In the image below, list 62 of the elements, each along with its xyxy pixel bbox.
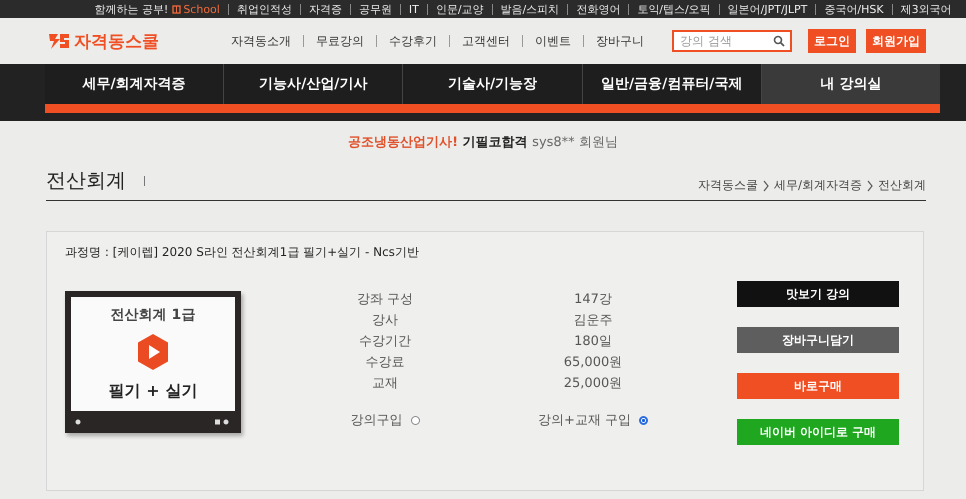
top-link[interactable]: 일본어/JPT/JLPT — [718, 4, 816, 14]
nav-tab[interactable]: 일반/금융/컴퓨터/국제 — [582, 64, 762, 104]
header-link[interactable]: 수강후기 — [376, 35, 449, 47]
greeting-text: 공조냉동산업기사! 기필코합격 sys8** 회원님 — [347, 134, 619, 151]
info-value: 25,000원 — [562, 375, 624, 393]
top-link[interactable]: 중국어/HSK — [815, 4, 892, 14]
logo-icon — [48, 32, 70, 50]
slogan: 함께하는 공부! — [93, 4, 170, 14]
nav-tab[interactable]: 세무/회계자격증 — [45, 64, 224, 104]
course-name: 과정명 : [케이렙] 2020 S라인 전산회계1급 필기+실기 - Ncs기반 — [65, 244, 420, 261]
nav-tab[interactable]: 내 강의실 — [762, 64, 940, 104]
school-link[interactable]: School — [172, 4, 228, 14]
play-icon — [136, 333, 170, 372]
info-value: 147강 — [573, 291, 613, 309]
nav-tab[interactable]: 기능사/산업/기사 — [224, 64, 404, 104]
info-label: 교재 — [371, 375, 399, 393]
action-button[interactable]: 맛보기 강의 — [737, 281, 899, 307]
page-title: 전산회계 — [46, 167, 126, 194]
chevron-icon — [762, 180, 770, 192]
header-link[interactable]: 장바구니 — [583, 35, 656, 47]
dot-icon — [75, 419, 81, 425]
top-link[interactable]: 토익/텝스/오픽 — [628, 4, 719, 14]
breadcrumb-link[interactable]: 세무/회계자격증 — [774, 177, 862, 194]
chevron-icon — [866, 180, 874, 192]
breadcrumb-link[interactable]: 자격동스쿨 — [698, 177, 758, 194]
login-button[interactable]: 로그인 — [808, 29, 856, 53]
book-icon — [172, 4, 182, 14]
purchase-option[interactable]: 강의구입 — [281, 411, 489, 429]
action-button[interactable]: 바로구매 — [737, 373, 899, 399]
search-field[interactable]: 강의 검색 — [672, 30, 792, 52]
radio-button[interactable] — [410, 416, 420, 424]
info-label: 강사 — [371, 312, 399, 330]
header-link[interactable]: 이벤트 — [522, 35, 583, 47]
course-thumbnail[interactable]: 전산회계 1급 필기 + 실기 — [65, 291, 241, 433]
header-link[interactable]: 고객센터 — [449, 35, 522, 47]
info-value: 180일 — [573, 333, 613, 351]
top-link[interactable]: 취업인적성 — [228, 4, 300, 14]
nav-tab[interactable]: 기술사/기능장 — [403, 64, 583, 104]
top-link[interactable]: 제3외국어 — [892, 4, 960, 14]
radio-button[interactable] — [639, 416, 648, 424]
info-label: 수강료 — [364, 354, 406, 372]
top-link[interactable]: 인문/교양 — [426, 4, 492, 14]
info-value: 김운주 — [572, 312, 614, 330]
search-icon[interactable] — [773, 35, 785, 47]
top-link[interactable]: 전화영어 — [567, 4, 628, 14]
info-label: 수강기간 — [358, 333, 412, 351]
logo-text: 자격동스쿨 — [74, 30, 159, 52]
header-link[interactable]: 무료강의 — [303, 35, 376, 47]
signup-button[interactable]: 회원가입 — [866, 29, 926, 53]
top-link[interactable]: IT — [400, 4, 427, 14]
thumbnail-title: 전산회계 1급 — [110, 306, 196, 324]
top-link[interactable]: 자격증 — [300, 4, 350, 14]
top-link[interactable]: 공무원 — [350, 4, 400, 14]
header-link[interactable]: 자격동소개 — [219, 35, 303, 47]
breadcrumb-link[interactable]: 전산회계 — [878, 177, 926, 194]
purchase-option[interactable]: 강의+교재 구입 — [489, 411, 697, 429]
action-button[interactable]: 장바구니담기 — [737, 327, 899, 353]
info-label: 강좌 구성 — [356, 291, 414, 309]
info-value: 65,000원 — [562, 354, 624, 372]
top-link[interactable]: 발음/스피치 — [492, 4, 568, 14]
player-controls-icon — [215, 419, 231, 425]
thumbnail-subtitle: 필기 + 실기 — [108, 381, 198, 402]
